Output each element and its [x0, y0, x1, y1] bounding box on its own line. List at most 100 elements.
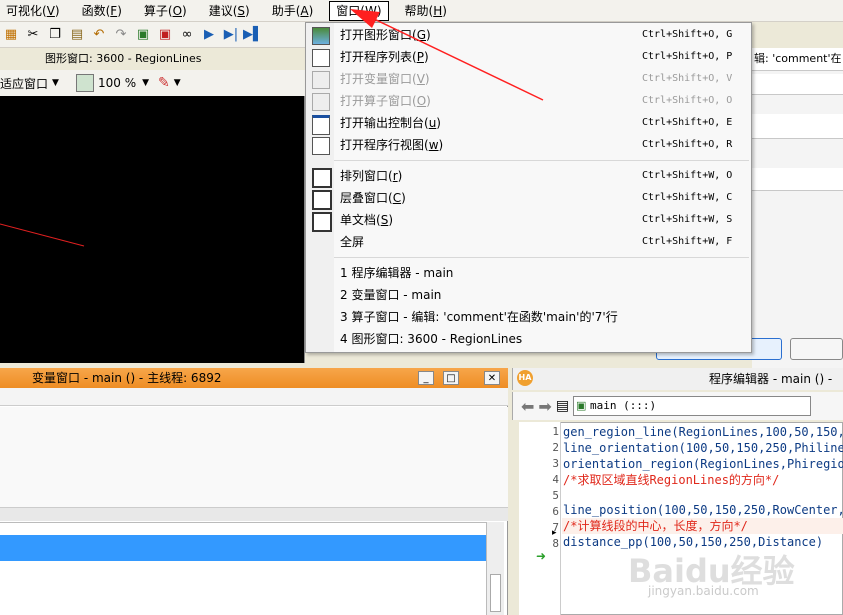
menu-tile-windows[interactable]: 排列窗口(r) Ctrl+Shift+W, O [306, 165, 751, 188]
main-toolbar: ▦ ✂ ❐ ▤ ↶ ↷ ▣ ▣ ∞ ▶ ▶| ▶▌ [0, 22, 305, 48]
menu-recent-variable-window[interactable]: 2 变量窗口 - main [306, 284, 751, 306]
program-editor-title: HA 程序编辑器 - main () - [512, 368, 843, 390]
code-comment[interactable]: /*计算线段的中心，长度，方向*/ [563, 518, 748, 534]
chevron-down-icon[interactable]: ▼ [174, 78, 181, 88]
graphics-canvas[interactable] [0, 96, 305, 363]
variable-window-title-text: 变量窗口 - main () - 主线程: 6892 [32, 371, 222, 385]
arrow-left-icon[interactable]: ⬅ [521, 397, 534, 416]
graphics-window-icon [312, 27, 330, 45]
grid-icon[interactable]: ▦ [2, 26, 20, 44]
minimize-button[interactable]: _ [418, 371, 434, 385]
menu-suggestions[interactable]: 建议(S) [203, 2, 256, 20]
cascade-windows-icon [312, 190, 332, 210]
menu-separator [334, 160, 749, 161]
variable-splitter[interactable] [0, 507, 508, 521]
program-counter-arrow-icon: ➜ [536, 549, 547, 563]
code-line[interactable]: line_orientation(100,50,150,250,Philine) [563, 440, 843, 456]
selected-variable-row[interactable] [0, 535, 486, 561]
zoom-value: 100 % [98, 76, 137, 90]
menu-open-operator-window[interactable]: 打开算子窗口(O) Ctrl+Shift+O, O [306, 90, 751, 112]
program-list-icon[interactable]: ▤ [556, 398, 569, 414]
copy-icon[interactable]: ❐ [46, 26, 64, 44]
variable-window-icon [312, 71, 330, 89]
window-menu-dropdown: 打开图形窗口(G) Ctrl+Shift+O, G 打开程序列表(P) Ctrl… [305, 22, 752, 353]
step-into-icon[interactable]: ▶▌ [243, 26, 263, 44]
close-button[interactable]: ✕ [484, 371, 500, 385]
fit-window-label: 适应窗口 [0, 76, 49, 91]
output-console-icon [312, 115, 330, 135]
tile-windows-icon [312, 168, 332, 188]
menu-recent-program-editor[interactable]: 1 程序编辑器 - main [306, 262, 751, 284]
region-line-drawing [0, 223, 85, 247]
binoculars-icon[interactable]: ∞ [178, 26, 196, 44]
code-comment[interactable]: /*求取区域直线RegionLines的方向*/ [563, 472, 779, 488]
variable-window-title: 变量窗口 - main () - 主线程: 6892 _ □ ✕ [0, 368, 508, 388]
code-line[interactable]: gen_region_line(RegionLines,100,50,150,2 [563, 424, 843, 440]
zoom-icon [76, 74, 94, 92]
single-document-icon [312, 212, 332, 232]
delete-operator-icon[interactable]: ▣ [156, 26, 174, 44]
procedure-name: main (:::) [589, 399, 657, 412]
code-line[interactable]: line_position(100,50,150,250,RowCenter,C [563, 502, 843, 518]
operator-apply-button[interactable] [790, 338, 843, 360]
line-number: 6 [552, 505, 559, 518]
chevron-down-icon: ▼ [52, 78, 59, 88]
operator-field[interactable] [752, 74, 843, 95]
iconic-variables-area [0, 407, 508, 507]
paste-icon[interactable]: ▤ [68, 26, 86, 44]
fit-window-select[interactable]: 适应窗口 ▼ [0, 75, 72, 92]
menu-window[interactable]: 窗口(W) [329, 0, 389, 21]
procedure-select[interactable]: ▣ main (:::) [573, 396, 812, 416]
menu-help[interactable]: 帮助(H) [399, 2, 453, 20]
chevron-down-icon: ▼ [142, 78, 150, 88]
variable-window-header [0, 388, 508, 406]
region-line [0, 223, 85, 247]
menu-assistants[interactable]: 助手(A) [266, 2, 320, 20]
line-number: 3 [552, 457, 559, 470]
operator-window-title: 辑: 'comment'在 [752, 48, 843, 71]
undo-icon[interactable]: ↶ [90, 26, 108, 44]
menu-open-program-list[interactable]: 打开程序列表(P) Ctrl+Shift+O, P [306, 46, 751, 68]
scrollbar-thumb[interactable] [490, 574, 501, 612]
paint-brush-icon[interactable]: ✎ [158, 75, 170, 91]
zoom-select[interactable]: 100 % ▼ [98, 76, 154, 90]
program-list-icon [312, 49, 330, 67]
menu-cascade-windows[interactable]: 层叠窗口(C) Ctrl+Shift+W, C [306, 187, 751, 210]
menu-open-graphics-window[interactable]: 打开图形窗口(G) Ctrl+Shift+O, G [306, 24, 751, 46]
graphics-window-title: 图形窗口: 3600 - RegionLines [0, 48, 305, 70]
operator-window-pane: 辑: 'comment'在 [752, 48, 843, 368]
arrow-right-icon[interactable]: ➡ [538, 397, 551, 416]
line-number: 1 [552, 425, 559, 438]
menu-single-document[interactable]: 单文档(S) Ctrl+Shift+W, S [306, 209, 751, 232]
menu-functions[interactable]: 函数(F) [76, 2, 128, 20]
operator-field[interactable] [752, 168, 843, 191]
line-number: 5 [552, 489, 559, 502]
run-icon[interactable]: ▶ [200, 26, 218, 44]
line-number: 2 [552, 441, 559, 454]
menu-visualize[interactable]: 可视化(V) [0, 2, 66, 20]
insert-operator-icon[interactable]: ▣ [134, 26, 152, 44]
watermark-url: jingyan.baidu.com [648, 584, 759, 598]
maximize-button[interactable]: □ [443, 371, 459, 385]
menu-open-variable-window[interactable]: 打开变量窗口(V) Ctrl+Shift+O, V [306, 68, 751, 90]
menu-recent-operator-window[interactable]: 3 算子窗口 - 编辑: 'comment'在函数'main'的'7'行 [306, 306, 751, 328]
menu-open-program-line-view[interactable]: 打开程序行视图(w) Ctrl+Shift+O, R [306, 134, 751, 156]
step-over-icon[interactable]: ▶| [222, 26, 240, 44]
program-editor-toolbar: ⬅ ➡ ▤ ▣ main (:::) [512, 392, 843, 420]
code-line[interactable]: orientation_region(RegionLines,Phiregion [563, 456, 843, 472]
menu-fullscreen[interactable]: 全屏 Ctrl+Shift+W, F [306, 231, 751, 253]
menu-recent-graphics-window[interactable]: 4 图形窗口: 3600 - RegionLines [306, 328, 751, 350]
operator-field[interactable] [752, 114, 843, 139]
redo-icon[interactable]: ↷ [112, 26, 130, 44]
menu-open-output-console[interactable]: 打开输出控制台(u) Ctrl+Shift+O, E [306, 112, 751, 135]
procedure-icon: ▣ [576, 399, 587, 412]
line-number: 4 [552, 473, 559, 486]
vertical-scrollbar[interactable] [486, 522, 504, 615]
operator-window-icon [312, 93, 330, 111]
menu-operators[interactable]: 算子(O) [138, 2, 193, 20]
menu-separator [334, 257, 749, 258]
program-line-view-icon [312, 137, 330, 155]
cut-icon[interactable]: ✂ [24, 26, 42, 44]
graphics-window-toolbar: 适应窗口 ▼ 100 % ▼ ✎ ▼ [0, 70, 305, 96]
program-editor-title-text: 程序编辑器 - main () - [709, 372, 833, 386]
